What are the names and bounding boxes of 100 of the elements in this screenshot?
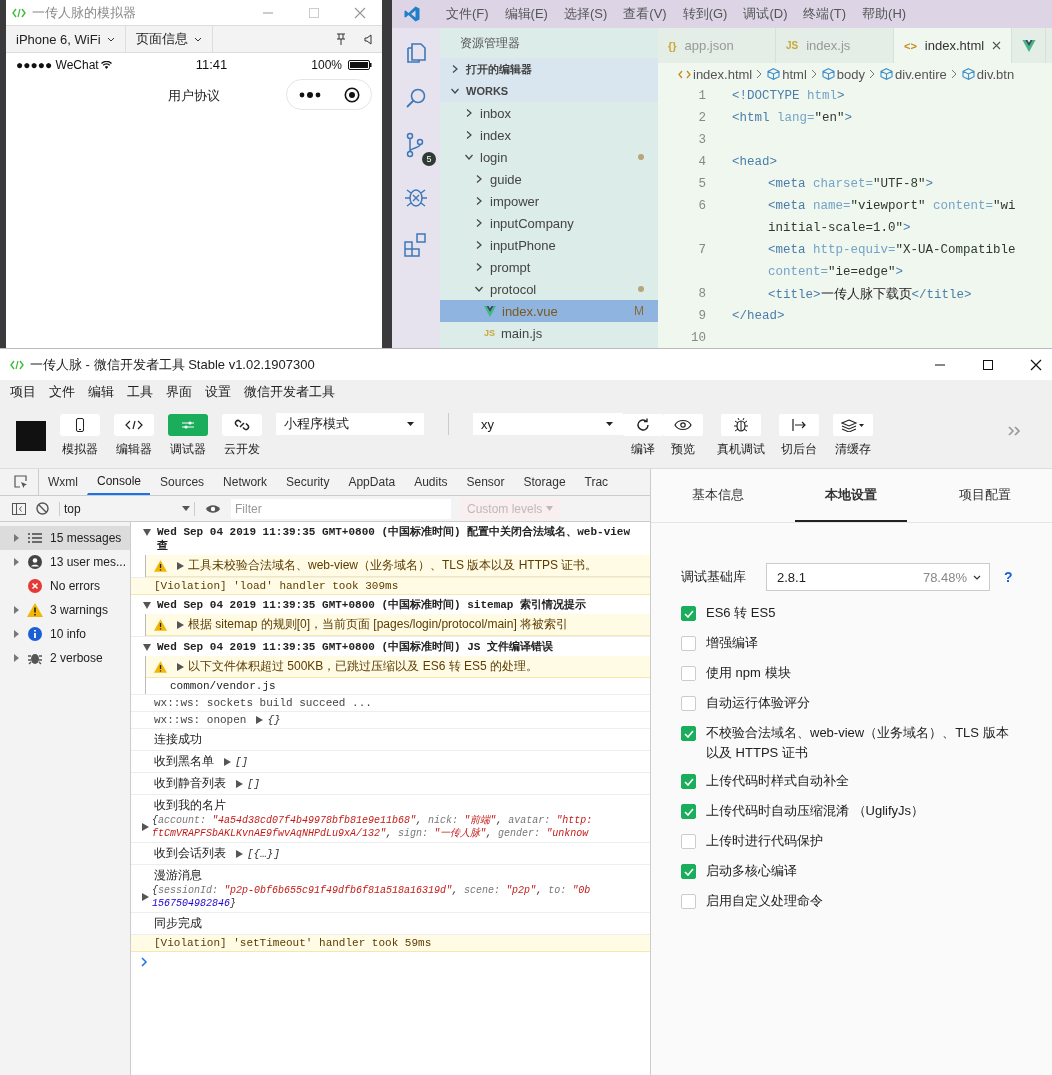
expand-arrow-icon[interactable] xyxy=(14,654,19,662)
breadcrumb-item[interactable]: body xyxy=(821,66,865,82)
collapse-arrow-icon[interactable] xyxy=(143,529,151,536)
expand-arrow-icon[interactable] xyxy=(177,561,184,570)
tree-item[interactable]: impower xyxy=(440,190,658,212)
menu-item[interactable]: 选择(S) xyxy=(563,5,608,23)
collapse-arrow-icon[interactable] xyxy=(143,644,151,651)
expand-arrow-icon[interactable] xyxy=(177,662,184,671)
tool-button[interactable] xyxy=(60,414,100,436)
devtools-tab[interactable]: Trac xyxy=(574,469,618,495)
tree-item[interactable]: index xyxy=(440,124,658,146)
message-filter-item[interactable]: 3 warnings xyxy=(0,598,130,622)
group-title[interactable]: Wed Sep 04 2019 11:39:35 GMT+0800 (中国标准时间) 配置中关闭合法域名、web-view 查 xyxy=(157,525,631,553)
checkbox[interactable] xyxy=(681,696,696,711)
toolbar-button[interactable] xyxy=(663,414,703,436)
files-icon[interactable] xyxy=(404,40,428,64)
device-dropdown[interactable]: iPhone 6, WiFi xyxy=(6,26,126,52)
inspect-icon[interactable] xyxy=(14,475,28,489)
library-version-select[interactable]: 2.8.1 78.48% xyxy=(766,563,990,591)
menu-item[interactable]: 转到(G) xyxy=(682,5,728,23)
speaker-icon[interactable] xyxy=(364,33,373,45)
checkbox[interactable] xyxy=(681,606,696,621)
menu-item[interactable]: 设置 xyxy=(205,383,231,401)
message-filter-item[interactable]: 10 info xyxy=(0,622,130,646)
help-link[interactable]: ? xyxy=(1004,569,1013,585)
toolbar-button[interactable] xyxy=(721,414,761,436)
menu-item[interactable]: 编辑 xyxy=(88,383,114,401)
expand-arrow-icon[interactable] xyxy=(177,620,184,629)
expand-arrow-icon[interactable] xyxy=(236,849,243,858)
prompt-icon[interactable] xyxy=(141,957,148,967)
expand-arrow-icon[interactable] xyxy=(236,779,243,788)
checkbox[interactable] xyxy=(681,636,696,651)
message-filter-item[interactable]: 2 verbose xyxy=(0,646,130,670)
search-icon[interactable] xyxy=(404,86,428,110)
object-preview[interactable]: {} xyxy=(267,714,281,726)
menu-item[interactable]: 界面 xyxy=(166,383,192,401)
expand-arrow-icon[interactable] xyxy=(224,757,231,766)
pin-icon[interactable] xyxy=(336,33,346,45)
tree-item[interactable]: prompt xyxy=(440,256,658,278)
chevron-down-icon[interactable] xyxy=(474,284,484,294)
mode-select[interactable]: 小程序模式 xyxy=(276,413,424,435)
devtools-tab[interactable]: AppData xyxy=(338,469,405,495)
expand-arrow-icon[interactable] xyxy=(14,606,19,614)
checkbox[interactable] xyxy=(681,834,696,849)
toolbar-button[interactable] xyxy=(833,414,873,436)
checkbox[interactable] xyxy=(681,804,696,819)
expand-arrow-icon[interactable] xyxy=(14,558,19,566)
chevron-right-icon[interactable] xyxy=(474,196,484,206)
devtools-tab[interactable]: Security xyxy=(276,469,339,495)
breadcrumb-item[interactable]: div.btn xyxy=(961,66,1015,82)
menu-item[interactable]: 项目 xyxy=(10,383,36,401)
message-filter-item[interactable]: No errors xyxy=(0,574,130,598)
tree-item[interactable]: inputPhone xyxy=(440,234,658,256)
sidebar-toggle-icon[interactable] xyxy=(12,502,26,515)
menu-item[interactable]: 调试(D) xyxy=(743,5,788,23)
section-header[interactable]: WORKS xyxy=(440,80,658,102)
chevron-down-icon[interactable] xyxy=(464,152,474,162)
devtools-tab[interactable]: Wxml xyxy=(38,469,87,495)
devtools-tab[interactable]: Storage xyxy=(513,469,575,495)
chevron-right-icon[interactable] xyxy=(474,174,484,184)
devtools-tab[interactable]: Sources xyxy=(150,469,214,495)
extensions-icon[interactable] xyxy=(403,232,429,258)
object-preview[interactable]: [{…}] xyxy=(247,847,280,860)
checkbox[interactable] xyxy=(681,666,696,681)
tree-item[interactable]: login xyxy=(440,146,658,168)
devtools-tab[interactable]: Network xyxy=(213,469,277,495)
menu-item[interactable]: 查看(V) xyxy=(623,5,667,23)
expand-arrow-icon[interactable] xyxy=(142,823,149,831)
chevron-right-icon[interactable] xyxy=(464,108,474,118)
message-filter-item[interactable]: 15 messages xyxy=(0,526,130,550)
expand-arrow-icon[interactable] xyxy=(256,716,264,724)
close-target-icon[interactable] xyxy=(343,86,360,103)
tree-item[interactable]: inputCompany xyxy=(440,212,658,234)
devtools-tab[interactable]: Audits xyxy=(404,469,457,495)
breadcrumb-item[interactable]: div.entire xyxy=(880,66,947,82)
expand-arrow-icon[interactable] xyxy=(14,534,19,542)
devtools-tab[interactable]: Sensor xyxy=(456,469,514,495)
expand-arrow-icon[interactable] xyxy=(14,630,19,638)
more-icon[interactable] xyxy=(298,91,321,98)
tree-item[interactable]: protocol xyxy=(440,278,658,300)
object-preview[interactable]: {account: "4a54d38cd07f4b49978bfb81e9e11b68", nick: "前端", avatar: "http: ftCmVRAPFSbAKLKvnAE9fwvAqNHPdLu9xA/132", sign: "一传人脉", gender: "unknow xyxy=(152,814,593,840)
menu-item[interactable]: 微信开发者工具 xyxy=(244,383,335,401)
chevron-down-icon[interactable] xyxy=(450,86,460,96)
expand-arrow-icon[interactable] xyxy=(142,893,149,901)
settings-tab[interactable]: 基本信息 xyxy=(661,469,774,522)
chevron-right-icon[interactable] xyxy=(474,218,484,228)
collapse-arrow-icon[interactable] xyxy=(143,602,151,609)
object-preview[interactable]: [] xyxy=(235,755,249,768)
settings-tab[interactable]: 本地设置 xyxy=(795,469,908,522)
tree-item[interactable]: JS main.js xyxy=(440,322,658,344)
chevron-right-icon[interactable] xyxy=(474,240,484,250)
checkbox[interactable] xyxy=(681,864,696,879)
eye-icon[interactable] xyxy=(205,503,221,514)
menu-item[interactable]: 帮助(H) xyxy=(862,5,907,23)
message-filter-item[interactable]: 13 user mes... xyxy=(0,550,130,574)
close-icon[interactable] xyxy=(992,41,1002,50)
object-preview[interactable]: [] xyxy=(247,777,261,790)
settings-tab[interactable]: 项目配置 xyxy=(929,469,1042,522)
breadcrumb-item[interactable]: html xyxy=(767,66,807,82)
menu-item[interactable]: 文件(F) xyxy=(446,5,489,23)
